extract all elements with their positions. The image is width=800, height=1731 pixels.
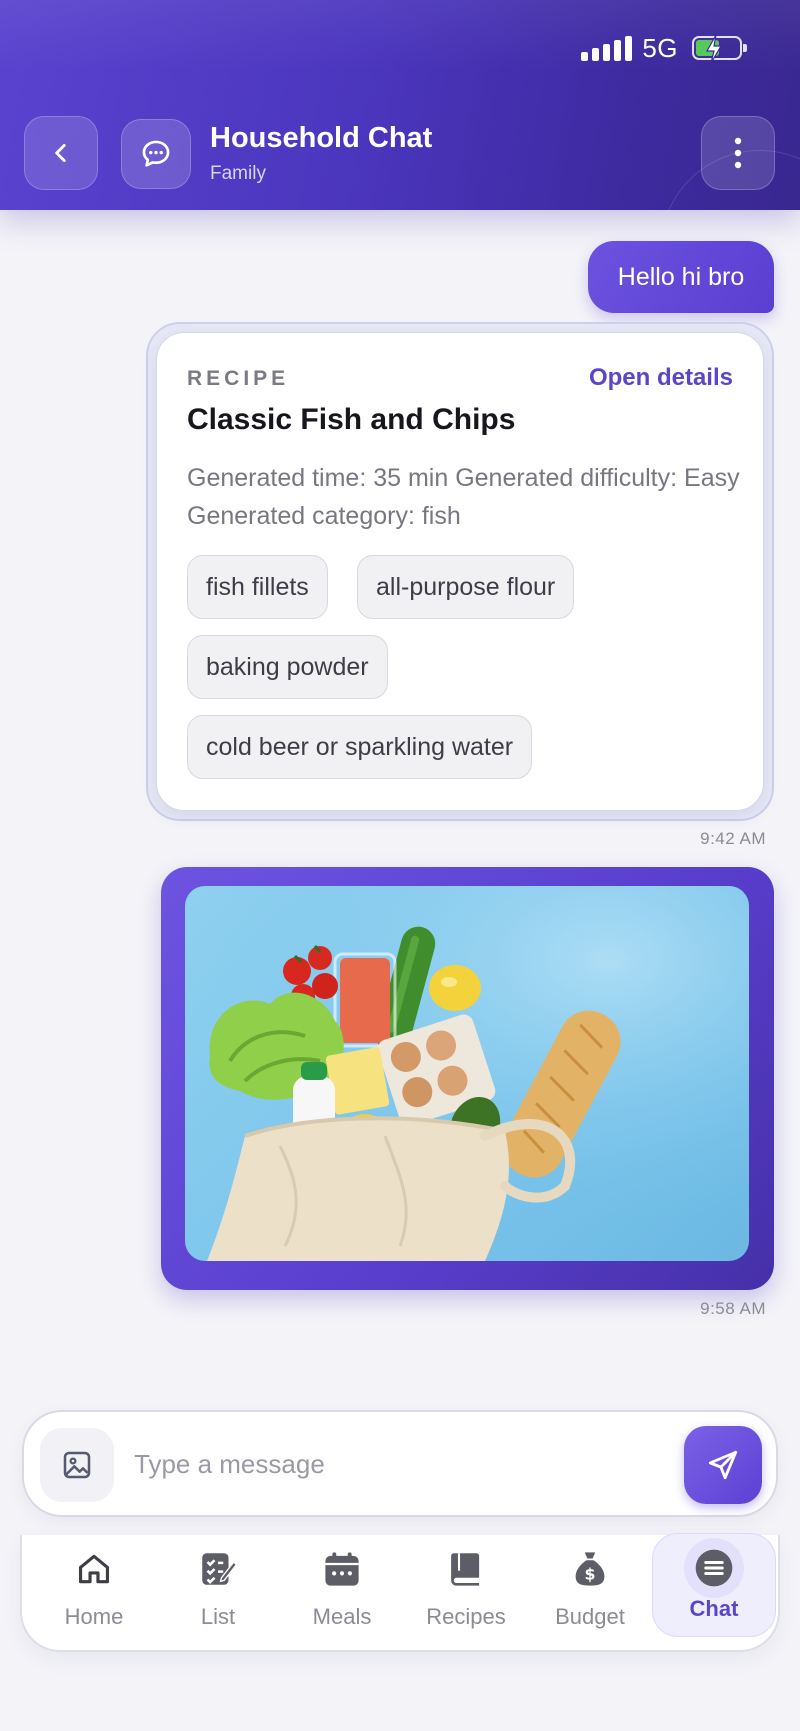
open-details-link[interactable]: Open details [589, 364, 733, 392]
battery-icon [692, 34, 747, 64]
calendar-icon [325, 1552, 359, 1586]
groceries-photo[interactable] [185, 886, 749, 1261]
checklist-icon [202, 1553, 238, 1585]
message-timestamp: 9:42 AM [700, 829, 766, 848]
attach-image-button[interactable] [40, 1428, 114, 1502]
more-vertical-icon [734, 137, 742, 169]
ingredient-chip: baking powder [187, 635, 388, 699]
nav-chat[interactable]: Chat [652, 1533, 776, 1637]
nav-list[interactable]: List [156, 1535, 280, 1645]
app-header: 5G Household Chat Family [0, 0, 800, 210]
send-icon [708, 1450, 738, 1480]
ingredient-chip: all-purpose flour [357, 555, 575, 619]
bottom-nav: Home List Meals Recipes $ Budget Chat [20, 1533, 780, 1652]
chat-subtitle: Family [210, 163, 266, 184]
image-icon [63, 1451, 91, 1479]
message-bubble: Hello hi bro [588, 241, 774, 313]
chat-lines-icon [695, 1549, 733, 1587]
chat-title: Household Chat [210, 122, 433, 154]
ingredient-chip: fish fillets [187, 555, 328, 619]
chat-bubble-icon [142, 140, 170, 167]
nav-label: List [200, 1604, 236, 1629]
nav-label: Budget [555, 1604, 625, 1629]
message-composer [22, 1410, 778, 1517]
signal-icon [581, 35, 633, 61]
svg-text:$: $ [585, 1565, 596, 1584]
more-options-button[interactable] [701, 116, 775, 190]
send-button[interactable] [684, 1426, 762, 1504]
back-button[interactable] [24, 116, 98, 190]
ingredient-chip: cold beer or sparkling water [187, 715, 533, 779]
recipe-card[interactable]: RECIPE Open details Classic Fish and Chi… [156, 332, 764, 811]
home-icon [78, 1554, 110, 1584]
chat-avatar [121, 119, 191, 189]
active-indicator [684, 1538, 744, 1598]
message-timestamp: 9:58 AM [700, 1299, 766, 1318]
recipe-description: Generated time: 35 min Generated difficu… [187, 464, 740, 530]
message-input[interactable] [134, 1436, 594, 1492]
money-bag-icon: $ [575, 1552, 605, 1586]
chevron-left-icon [55, 144, 66, 162]
status-bar: 5G [581, 30, 747, 66]
nav-label: Recipes [426, 1604, 506, 1629]
nav-label: Meals [312, 1604, 372, 1629]
nav-home[interactable]: Home [32, 1535, 156, 1645]
nav-label: Chat [689, 1596, 739, 1621]
nav-budget[interactable]: $ Budget [528, 1535, 652, 1645]
image-message-bubble[interactable] [161, 867, 774, 1290]
nav-meals[interactable]: Meals [280, 1535, 404, 1645]
book-icon [451, 1553, 480, 1586]
nav-recipes[interactable]: Recipes [404, 1535, 528, 1645]
network-label: 5G [642, 32, 678, 63]
nav-label: Home [64, 1604, 124, 1629]
recipe-label: RECIPE [187, 367, 290, 390]
recipe-title: Classic Fish and Chips [187, 403, 516, 436]
